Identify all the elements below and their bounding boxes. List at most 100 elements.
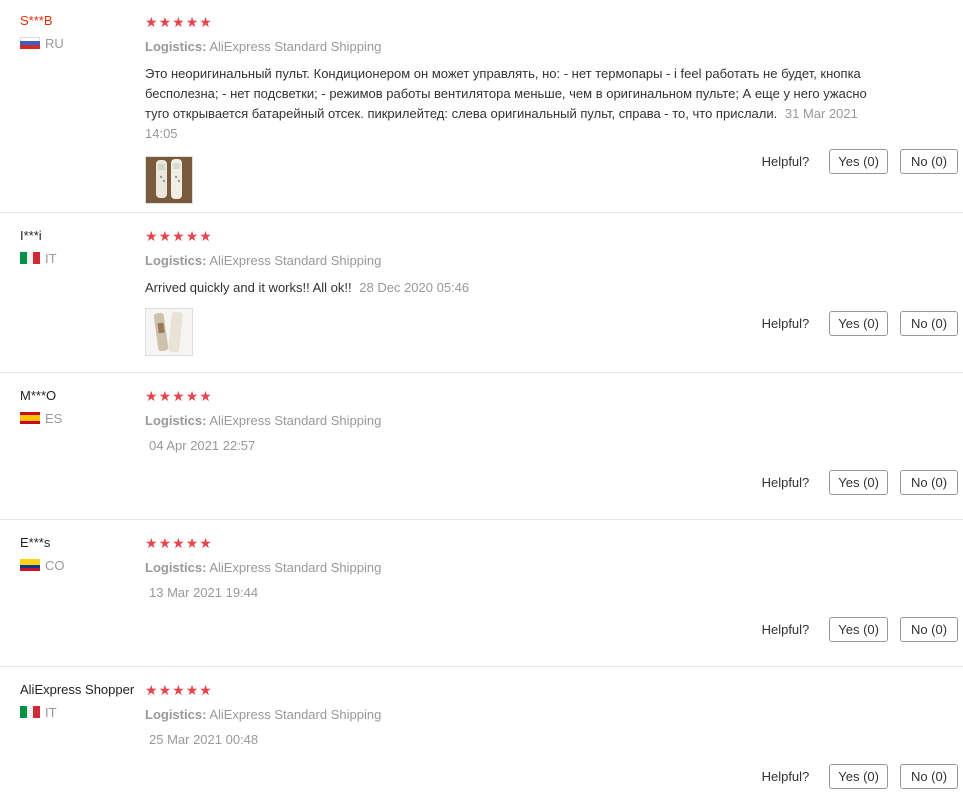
review-date: 28 Dec 2020 05:46 [359,280,470,295]
review-body: ★★★★★ Logistics: AliExpress Standard Shi… [145,388,870,453]
flag-it-icon [20,252,40,264]
star-icon: ★ [145,535,159,551]
review-photo-thumbnail[interactable] [145,156,193,204]
star-icon: ★ [145,14,159,30]
helpful-no-button[interactable]: No (0) [900,764,958,789]
helpful-label: Helpful? [761,475,810,490]
country-code: CO [45,557,65,573]
reviewer-name[interactable]: AliExpress Shopper [20,682,134,697]
flag-ru-icon [20,37,40,49]
review-comment: Это неоригинальный пульт. Кондиционером … [145,64,870,144]
logistics-value: AliExpress Standard Shipping [209,707,382,722]
logistics-label: Logistics: [145,707,207,722]
logistics-info: Logistics: AliExpress Standard Shipping [145,39,870,55]
logistics-label: Logistics: [145,253,207,268]
helpful-controls: Helpful? Yes (0) No (0) [762,764,958,789]
star-rating: ★★★★★ [145,228,870,244]
star-icon: ★ [158,682,173,698]
star-icon: ★ [145,228,159,244]
star-icon: ★ [185,388,200,404]
helpful-no-button[interactable]: No (0) [900,149,958,174]
flag-it-icon [20,706,40,718]
star-icon: ★ [172,388,186,404]
star-icon: ★ [172,228,186,244]
remote-photo-icon [146,309,192,355]
flag-es-icon [20,412,40,424]
review-date: 04 Apr 2021 22:57 [149,438,256,453]
logistics-info: Logistics: AliExpress Standard Shipping [145,707,870,723]
country-code: IT [45,250,57,266]
review-item: AliExpress Shopper IT ★★★★★ Logistics: A… [0,667,963,812]
star-icon: ★ [199,228,213,244]
logistics-label: Logistics: [145,39,207,54]
reviewer-info: AliExpress Shopper IT [20,682,134,720]
star-icon: ★ [199,535,213,551]
reviewer-country: ES [20,410,62,426]
review-text: Arrived quickly and it works!! All ok!! [145,280,352,295]
logistics-info: Logistics: AliExpress Standard Shipping [145,413,870,429]
review-body: ★★★★★ Logistics: AliExpress Standard Shi… [145,535,870,600]
remote-photo-icon [146,157,192,203]
star-icon: ★ [158,228,173,244]
flag-co-icon [20,559,40,571]
logistics-label: Logistics: [145,413,207,428]
helpful-label: Helpful? [761,622,810,637]
helpful-no-button[interactable]: No (0) [900,617,958,642]
star-icon: ★ [145,682,159,698]
reviewer-info: E***s CO [20,535,65,573]
logistics-value: AliExpress Standard Shipping [209,39,382,54]
review-comment: Arrived quickly and it works!! All ok!! … [145,278,870,298]
helpful-yes-button[interactable]: Yes (0) [829,470,888,495]
reviewer-name[interactable]: E***s [20,535,65,550]
star-icon: ★ [172,535,186,551]
logistics-value: AliExpress Standard Shipping [209,413,382,428]
helpful-yes-button[interactable]: Yes (0) [829,311,888,336]
star-icon: ★ [199,682,213,698]
logistics-value: AliExpress Standard Shipping [209,560,382,575]
star-icon: ★ [185,14,200,30]
logistics-info: Logistics: AliExpress Standard Shipping [145,560,870,576]
star-icon: ★ [172,682,186,698]
star-rating: ★★★★★ [145,535,870,551]
helpful-yes-button[interactable]: Yes (0) [829,764,888,789]
reviewer-country: CO [20,557,65,573]
reviewer-name[interactable]: I***i [20,228,57,243]
star-icon: ★ [199,388,213,404]
helpful-controls: Helpful? Yes (0) No (0) [762,311,958,336]
helpful-label: Helpful? [761,316,810,331]
review-photo-thumbnail[interactable] [145,308,193,356]
review-item: I***i IT ★★★★★ Logistics: AliExpress Sta… [0,213,963,373]
star-icon: ★ [185,535,200,551]
star-icon: ★ [199,14,213,30]
reviewer-info: S***B RU [20,13,64,51]
review-body: ★★★★★ Logistics: AliExpress Standard Shi… [145,228,870,359]
helpful-controls: Helpful? Yes (0) No (0) [762,470,958,495]
review-body: ★★★★★ Logistics: AliExpress Standard Shi… [145,682,870,747]
logistics-info: Logistics: AliExpress Standard Shipping [145,253,870,269]
review-item: S***B RU ★★★★★ Logistics: AliExpress Sta… [0,0,963,213]
helpful-no-button[interactable]: No (0) [900,311,958,336]
country-code: ES [45,410,63,426]
star-icon: ★ [185,228,200,244]
review-body: ★★★★★ Logistics: AliExpress Standard Shi… [145,14,870,207]
review-date: 13 Mar 2021 19:44 [149,585,259,600]
review-text: Это неоригинальный пульт. Кондиционером … [145,66,867,121]
reviewer-name[interactable]: M***O [20,388,62,403]
star-icon: ★ [158,535,173,551]
reviewer-name[interactable]: S***B [20,13,64,28]
reviewer-info: I***i IT [20,228,57,266]
country-code: RU [45,35,64,51]
helpful-yes-button[interactable]: Yes (0) [829,617,888,642]
helpful-yes-button[interactable]: Yes (0) [829,149,888,174]
star-rating: ★★★★★ [145,388,870,404]
helpful-label: Helpful? [761,769,810,784]
star-rating: ★★★★★ [145,14,870,30]
logistics-value: AliExpress Standard Shipping [209,253,382,268]
reviewer-country: RU [20,35,64,51]
reviewer-country: IT [20,704,134,720]
helpful-label: Helpful? [761,154,810,169]
helpful-no-button[interactable]: No (0) [900,470,958,495]
star-icon: ★ [158,14,173,30]
star-rating: ★★★★★ [145,682,870,698]
star-icon: ★ [158,388,173,404]
